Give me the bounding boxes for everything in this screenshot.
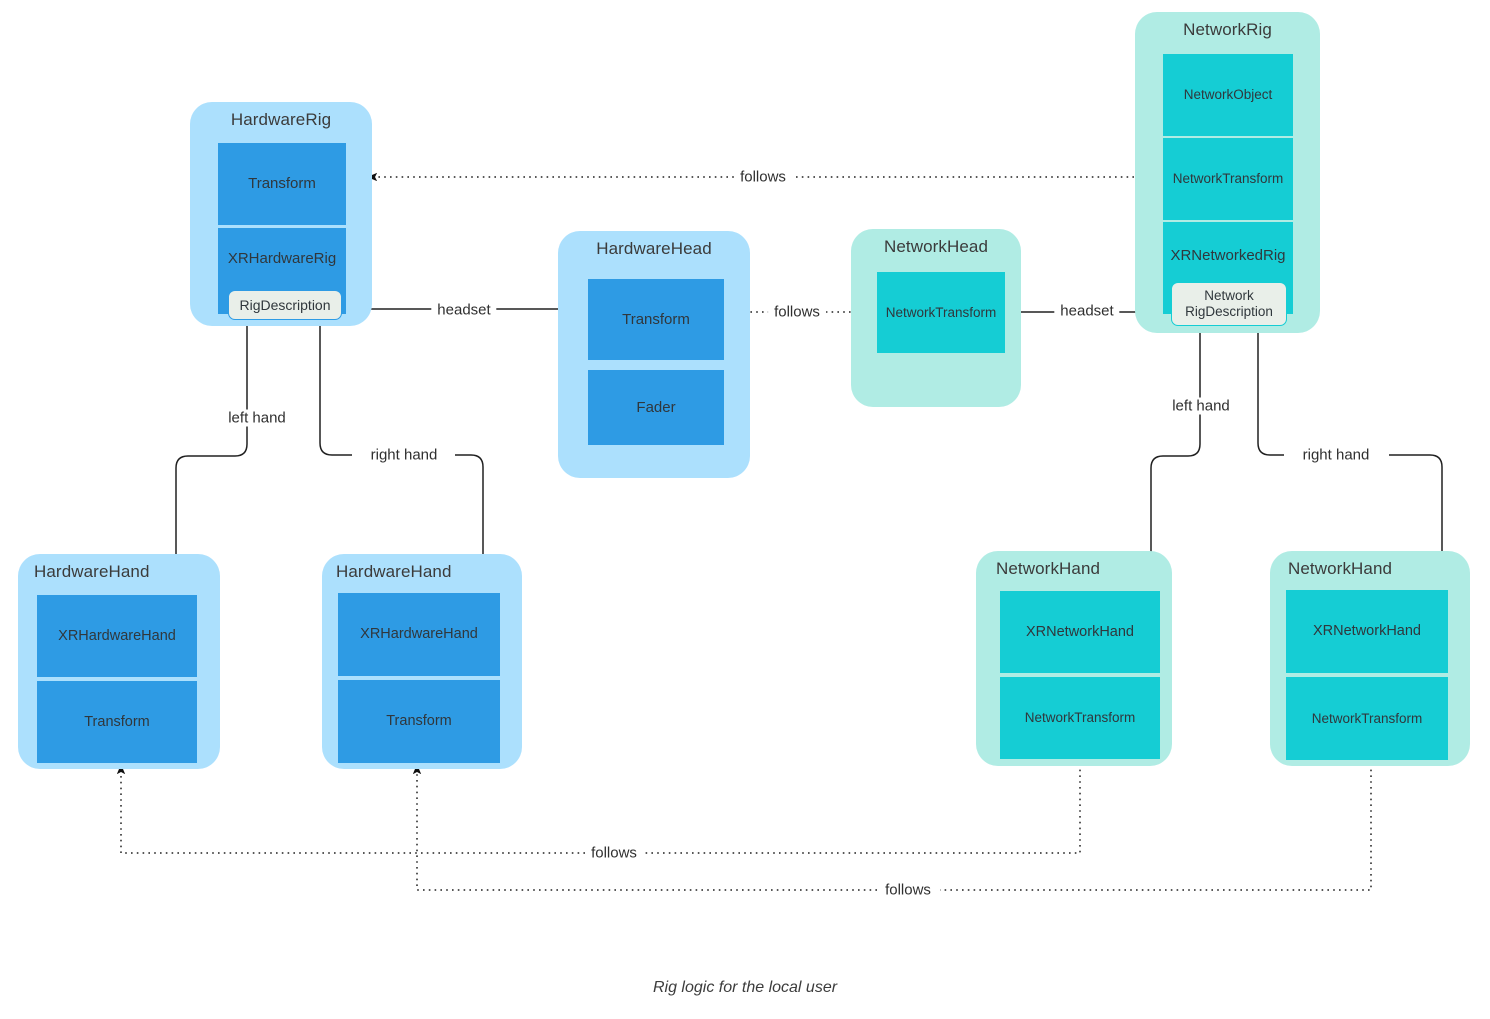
group-title-network-head: NetworkHead <box>883 237 989 256</box>
group-title-hardware-rig: HardwareRig <box>230 110 332 129</box>
edge-hand-right-follows <box>417 758 1372 891</box>
group-title-network-hand-right: NetworkHand <box>1288 559 1393 578</box>
edge-label-net-rig-headset: headset <box>1054 302 1120 320</box>
edge-label-hw-left-hand: left hand <box>222 409 292 427</box>
badge-network-rig-description[interactable]: Network RigDescription <box>1171 282 1287 326</box>
component-network-rig-transform[interactable]: NetworkTransform <box>1163 138 1293 220</box>
badge-line-2: RigDescription <box>1185 304 1273 319</box>
edge-net-left-hand <box>1146 328 1201 571</box>
component-network-hand-transform-right[interactable]: NetworkTransform <box>1286 677 1448 760</box>
group-title-hardware-hand-right: HardwareHand <box>336 562 452 581</box>
group-hardware-head[interactable]: HardwareHead Transform Fader <box>558 231 750 478</box>
group-network-head[interactable]: NetworkHead NetworkTransform <box>851 229 1021 407</box>
group-title-network-rig: NetworkRig <box>1183 20 1272 39</box>
component-network-head-transform[interactable]: NetworkTransform <box>877 272 1005 353</box>
group-network-rig[interactable]: NetworkRig NetworkObject NetworkTransfor… <box>1135 12 1320 333</box>
diagram-caption: Rig logic for the local user <box>652 979 838 996</box>
component-head-transform[interactable]: Transform <box>588 279 724 360</box>
edge-label-net-left-hand: left hand <box>1166 397 1236 415</box>
edge-label-hand-right-follows: follows <box>879 881 937 899</box>
edge-label-net-right-hand: right hand <box>1296 446 1376 464</box>
badge-rig-description[interactable]: RigDescription <box>228 290 342 320</box>
component-xrhardwarehand-left[interactable]: XRHardwareHand <box>37 595 197 677</box>
group-title-network-hand-left: NetworkHand <box>996 559 1101 578</box>
edge-label-hw-right-hand: right hand <box>364 446 444 464</box>
edge-hw-right-hand <box>319 320 483 570</box>
edge-label-head-follows: follows <box>768 303 826 321</box>
component-network-hand-transform-left[interactable]: NetworkTransform <box>1000 677 1160 759</box>
component-head-fader[interactable]: Fader <box>588 370 724 445</box>
group-hardware-hand-left[interactable]: HardwareHand XRHardwareHand Transform <box>18 554 220 769</box>
edge-label-hand-left-follows: follows <box>585 844 643 862</box>
component-xrnetworkhand-right[interactable]: XRNetworkHand <box>1286 590 1448 673</box>
group-hardware-rig[interactable]: HardwareRig Transform XRHardwareRig RigD… <box>190 102 372 326</box>
badge-line-1: Network <box>1204 288 1254 304</box>
diagram-canvas: HardwareRig Transform XRHardwareRig RigD… <box>0 0 1490 1019</box>
component-network-object[interactable]: NetworkObject <box>1163 54 1293 136</box>
edge-label-hw-rig-headset: headset <box>431 301 497 319</box>
group-network-hand-left[interactable]: NetworkHand XRNetworkHand NetworkTransfo… <box>976 551 1172 766</box>
component-xrnetworkhand-left[interactable]: XRNetworkHand <box>1000 591 1160 673</box>
edge-hand-left-follows <box>121 758 1081 854</box>
group-hardware-hand-right[interactable]: HardwareHand XRHardwareHand Transform <box>322 554 522 769</box>
group-title-hardware-head: HardwareHead <box>596 239 712 258</box>
component-hand-transform-left[interactable]: Transform <box>37 681 197 763</box>
component-xrhardwarehand-right[interactable]: XRHardwareHand <box>338 593 500 676</box>
edge-hw-left-hand <box>171 320 248 571</box>
edge-label-rig-follows: follows <box>734 168 792 186</box>
group-title-hardware-hand-left: HardwareHand <box>34 562 150 581</box>
group-network-hand-right[interactable]: NetworkHand XRNetworkHand NetworkTransfo… <box>1270 551 1470 766</box>
component-hand-transform-right[interactable]: Transform <box>338 680 500 763</box>
component-transform[interactable]: Transform <box>218 143 346 225</box>
